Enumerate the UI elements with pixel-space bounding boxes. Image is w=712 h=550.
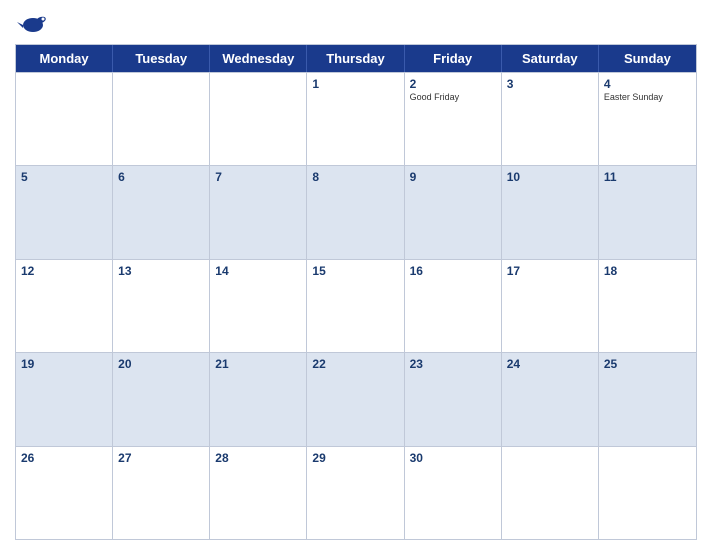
calendar-cell: 9 (405, 166, 502, 258)
calendar-cell (210, 73, 307, 165)
day-number: 5 (21, 170, 107, 184)
calendar-cell: 21 (210, 353, 307, 445)
calendar-cell: 3 (502, 73, 599, 165)
calendar-cell: 30 (405, 447, 502, 539)
calendar-page: MondayTuesdayWednesdayThursdayFridaySatu… (0, 0, 712, 550)
calendar-cell: 23 (405, 353, 502, 445)
calendar-row: 12 13 14 15 16 17 18 (16, 259, 696, 352)
calendar-body: 12Good Friday34Easter Sunday567891011121… (16, 72, 696, 539)
day-number: 3 (507, 77, 593, 91)
calendar-cell: 1 (307, 73, 404, 165)
weekday-header: Thursday (307, 45, 404, 72)
day-number: 2 (410, 77, 496, 91)
calendar-cell: 15 (307, 260, 404, 352)
calendar-cell: 18 (599, 260, 696, 352)
calendar-cell: 16 (405, 260, 502, 352)
day-number: 17 (507, 264, 593, 278)
day-event: Easter Sunday (604, 92, 691, 103)
calendar-cell: 29 (307, 447, 404, 539)
calendar-row: 12Good Friday34Easter Sunday (16, 72, 696, 165)
calendar-cell: 5 (16, 166, 113, 258)
day-number: 18 (604, 264, 691, 278)
calendar-cell: 28 (210, 447, 307, 539)
calendar-cell: 11 (599, 166, 696, 258)
calendar-cell: 22 (307, 353, 404, 445)
calendar-cell: 13 (113, 260, 210, 352)
day-number: 6 (118, 170, 204, 184)
calendar-cell: 4Easter Sunday (599, 73, 696, 165)
day-number: 25 (604, 357, 691, 371)
calendar-cell: 8 (307, 166, 404, 258)
calendar-cell: 12 (16, 260, 113, 352)
calendar-cell: 7 (210, 166, 307, 258)
day-number: 9 (410, 170, 496, 184)
logo-icon (15, 10, 51, 40)
calendar-cell: 2Good Friday (405, 73, 502, 165)
day-number: 29 (312, 451, 398, 465)
day-number: 11 (604, 170, 691, 184)
calendar-cell (599, 447, 696, 539)
day-number: 13 (118, 264, 204, 278)
day-number: 1 (312, 77, 398, 91)
weekday-header: Wednesday (210, 45, 307, 72)
weekday-header: Tuesday (113, 45, 210, 72)
calendar-cell (16, 73, 113, 165)
calendar-cell: 17 (502, 260, 599, 352)
calendar-row: 56789 10 11 (16, 165, 696, 258)
day-number: 8 (312, 170, 398, 184)
day-number: 24 (507, 357, 593, 371)
day-number: 23 (410, 357, 496, 371)
calendar-cell: 14 (210, 260, 307, 352)
day-number: 15 (312, 264, 398, 278)
calendar-row: 26 27 28 29 30 (16, 446, 696, 539)
day-number: 21 (215, 357, 301, 371)
weekday-header: Friday (405, 45, 502, 72)
day-number: 16 (410, 264, 496, 278)
day-number: 26 (21, 451, 107, 465)
calendar: MondayTuesdayWednesdayThursdayFridaySatu… (15, 44, 697, 540)
calendar-cell: 19 (16, 353, 113, 445)
weekday-header: Sunday (599, 45, 696, 72)
calendar-header: MondayTuesdayWednesdayThursdayFridaySatu… (16, 45, 696, 72)
day-number: 10 (507, 170, 593, 184)
top-bar (15, 10, 697, 40)
calendar-cell: 27 (113, 447, 210, 539)
calendar-cell: 25 (599, 353, 696, 445)
weekday-header: Saturday (502, 45, 599, 72)
calendar-cell: 24 (502, 353, 599, 445)
day-number: 30 (410, 451, 496, 465)
day-number: 27 (118, 451, 204, 465)
day-number: 14 (215, 264, 301, 278)
calendar-row: 19 20 21 22 23 24 25 (16, 352, 696, 445)
day-number: 28 (215, 451, 301, 465)
day-number: 20 (118, 357, 204, 371)
day-number: 19 (21, 357, 107, 371)
logo (15, 10, 55, 40)
calendar-cell: 6 (113, 166, 210, 258)
calendar-cell: 26 (16, 447, 113, 539)
weekday-header: Monday (16, 45, 113, 72)
day-event: Good Friday (410, 92, 496, 103)
day-number: 22 (312, 357, 398, 371)
calendar-cell (502, 447, 599, 539)
calendar-cell: 10 (502, 166, 599, 258)
calendar-cell (113, 73, 210, 165)
day-number: 4 (604, 77, 691, 91)
day-number: 12 (21, 264, 107, 278)
day-number: 7 (215, 170, 301, 184)
calendar-cell: 20 (113, 353, 210, 445)
